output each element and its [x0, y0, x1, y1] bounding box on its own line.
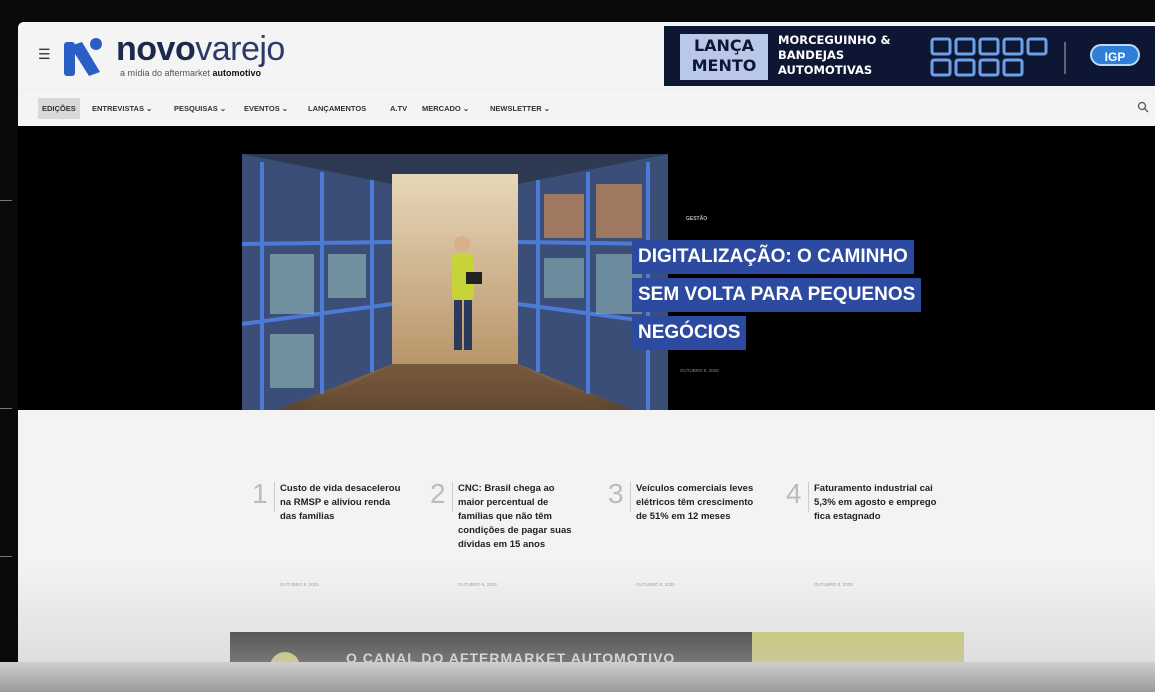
logo-bold: novo [116, 30, 196, 68]
story-date: OUTUBRO 8, 2025 [458, 582, 497, 587]
story-divider [630, 482, 631, 512]
hero-section: GESTÃO DIGITALIZAÇÃO: O CAMINHO SEM VOLT… [18, 126, 1155, 440]
logo-wordmark[interactable]: novovarejo [116, 32, 285, 66]
bezel-mark [0, 200, 12, 201]
bezel-mark [0, 408, 12, 409]
main-nav: EDIÇÕES ENTREVISTAS ⌄ PESQUISAS ⌄ EVENTO… [18, 92, 1155, 126]
story-divider [452, 482, 453, 512]
story-divider [274, 482, 275, 512]
banner-lanca-line1: LANÇA [693, 36, 755, 55]
headline-line: SEM VOLTA PARA PEQUENOS [632, 278, 922, 312]
hero-category[interactable]: GESTÃO [686, 216, 707, 222]
browser-screen: ☰ novovarejo a mídia do aftermarket auto… [18, 22, 1155, 662]
warehouse-photo[interactable] [242, 154, 668, 440]
nav-item-pesquisas[interactable]: PESQUISAS ⌄ [174, 104, 226, 113]
ad-banner-igp[interactable]: LANÇA MENTO MORCEGUINHO & BANDEJAS AUTOM… [664, 26, 1155, 86]
ad-strip-yellow-block [752, 632, 964, 662]
banner-product-text: MORCEGUINHO & BANDEJAS AUTOMOTIVAS [778, 33, 890, 78]
story-number: 2 [430, 478, 446, 509]
trending-stories: 1 Custo de vida desacelerou na RMSP e al… [18, 410, 1155, 662]
story-title[interactable]: Faturamento industrial cai 5,3% em agost… [814, 482, 938, 524]
headline-line: NEGÓCIOS [632, 316, 747, 350]
nav-item-edicoes[interactable]: EDIÇÕES [38, 98, 80, 119]
banner-lancamento-box: LANÇA MENTO [680, 34, 768, 80]
story-date: OUTUBRO 8, 2025 [636, 582, 675, 587]
novovarejo-logo-icon[interactable] [62, 36, 106, 78]
logo-light: varejo [195, 30, 285, 68]
banner-lanca-line2: MENTO [691, 56, 757, 75]
bezel-mark [0, 556, 12, 557]
hero-headline[interactable]: DIGITALIZAÇÃO: O CAMINHO SEM VOLTA PARA … [632, 240, 952, 354]
ad-strip-banner[interactable]: O CANAL DO AFTERMARKET AUTOMOTIVO [230, 632, 964, 662]
story-date: OUTUBRO 8, 2025 [814, 582, 853, 587]
banner-text-line3: AUTOMOTIVAS [778, 63, 873, 77]
story-title[interactable]: CNC: Brasil chega ao maior percentual de… [458, 482, 582, 552]
tagline-prefix: a mídia do aftermarket [120, 68, 213, 78]
story-number: 4 [786, 478, 802, 509]
banner-text-line2: BANDEJAS [778, 48, 845, 62]
story-number: 3 [608, 478, 624, 509]
ad-logo-circle [270, 652, 300, 662]
product-shapes-icon [930, 37, 1048, 77]
headline-line: DIGITALIZAÇÃO: O CAMINHO [632, 240, 914, 274]
logo-tagline: a mídia do aftermarket automotivo [120, 68, 261, 78]
hero-date: OUTUBRO 8, 2025 [680, 368, 719, 373]
story-number: 1 [252, 478, 268, 509]
story-date: OUTUBRO 8, 2025 [280, 582, 319, 587]
nav-item-eventos[interactable]: EVENTOS ⌄ [244, 104, 288, 113]
banner-text-line1: MORCEGUINHO & [778, 33, 891, 47]
menu-icon[interactable]: ☰ [38, 46, 51, 63]
nav-item-newsletter[interactable]: NEWSLETTER ⌄ [490, 104, 550, 113]
search-icon[interactable] [1137, 101, 1149, 113]
nav-item-atv[interactable]: A.TV [390, 104, 407, 113]
banner-divider [1064, 42, 1066, 74]
nav-item-mercado[interactable]: MERCADO ⌄ [422, 104, 469, 113]
monitor-chin [0, 662, 1155, 692]
story-title[interactable]: Custo de vida desacelerou na RMSP e aliv… [280, 482, 404, 524]
igp-brand-badge: IGP [1090, 44, 1140, 66]
story-title[interactable]: Veículos comerciais leves elétricos têm … [636, 482, 760, 524]
nav-item-lancamentos[interactable]: LANÇAMENTOS [308, 104, 366, 113]
nav-item-entrevistas[interactable]: ENTREVISTAS ⌄ [92, 104, 152, 113]
story-divider [808, 482, 809, 512]
ad-strip-text: O CANAL DO AFTERMARKET AUTOMOTIVO [346, 650, 676, 662]
tagline-bold: automotivo [212, 68, 262, 78]
site-header: ☰ novovarejo a mídia do aftermarket auto… [18, 22, 1155, 88]
